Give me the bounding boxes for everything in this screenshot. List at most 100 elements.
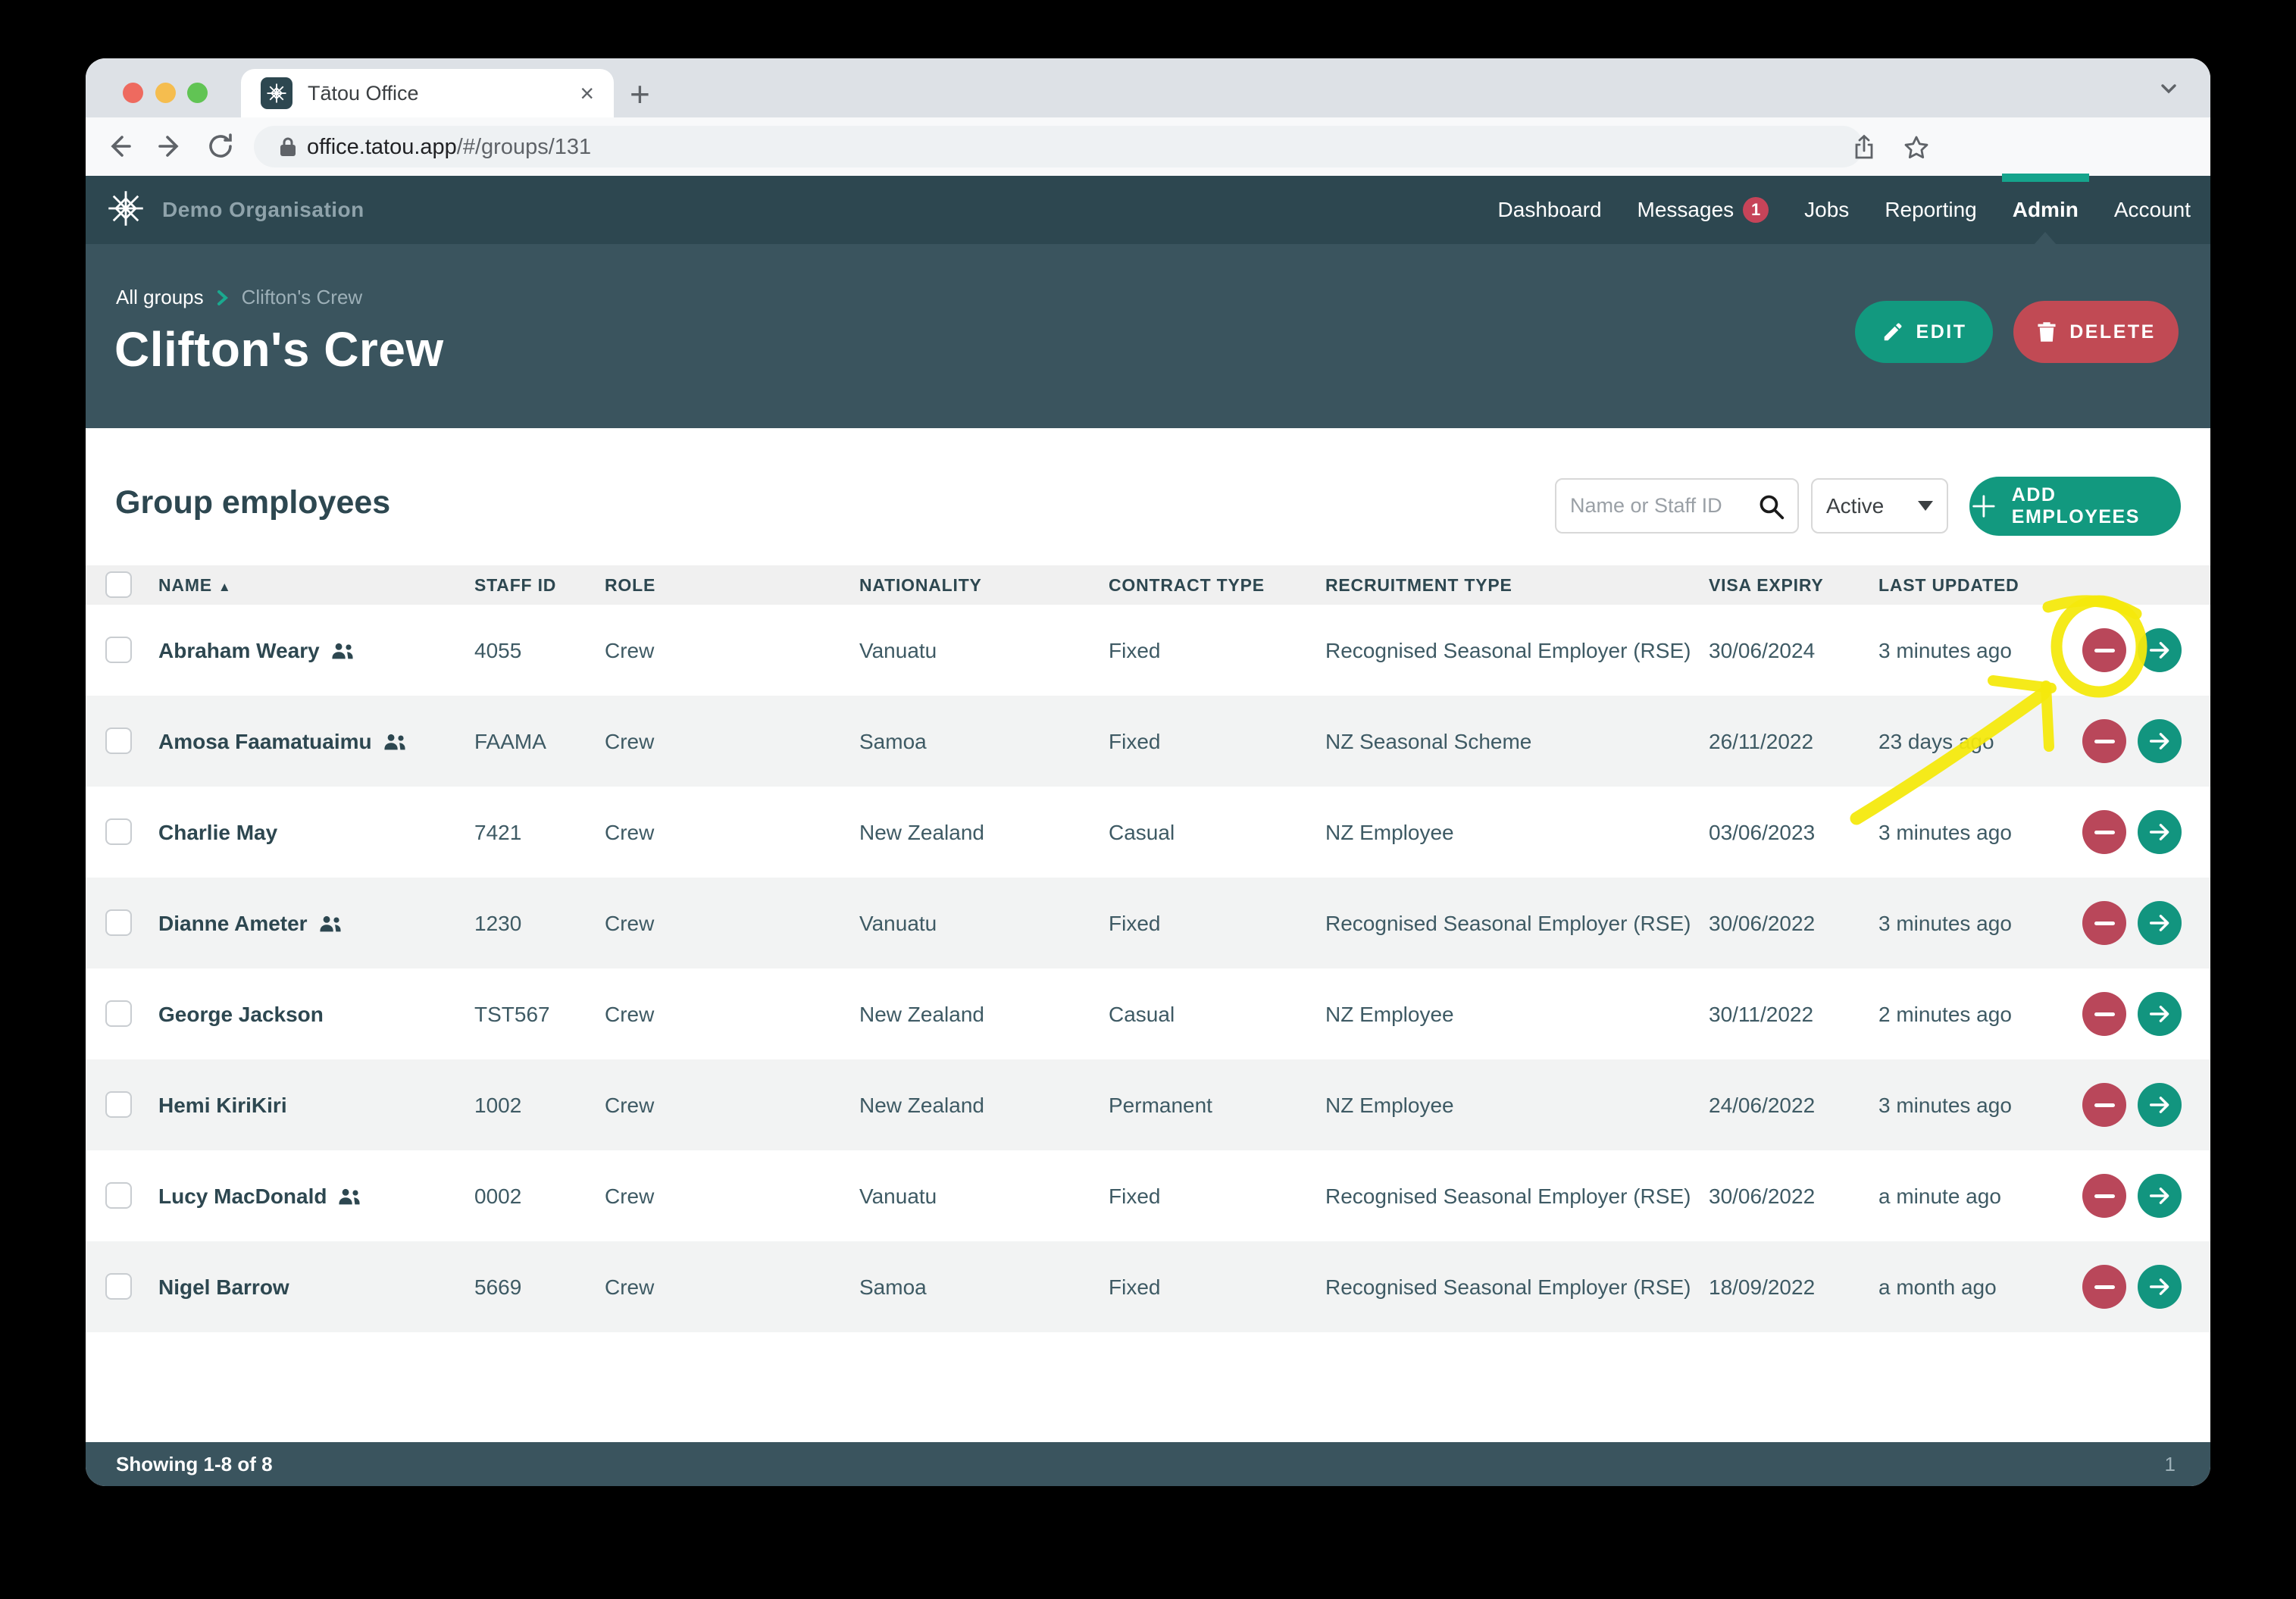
remove-employee-button[interactable] (2082, 628, 2126, 672)
employee-name-link[interactable]: Nigel Barrow (158, 1275, 289, 1300)
open-employee-button[interactable] (2138, 992, 2182, 1036)
remove-employee-button[interactable] (2082, 1174, 2126, 1218)
nav-item-reporting[interactable]: Reporting (1885, 198, 1976, 222)
row-checkbox[interactable] (105, 1273, 132, 1300)
recruitment-type-cell: NZ Employee (1325, 1094, 1454, 1118)
minus-icon (2094, 1194, 2115, 1198)
remove-employee-button[interactable] (2082, 1083, 2126, 1127)
row-checkbox[interactable] (105, 818, 132, 845)
group-members-icon (318, 915, 343, 934)
pencil-icon (1882, 321, 1904, 343)
search-icon[interactable] (1756, 492, 1787, 526)
chevron-down-icon (1918, 501, 1933, 511)
url-bar[interactable]: office.tatou.app/#/groups/131 (254, 126, 1863, 167)
back-icon[interactable] (104, 131, 134, 165)
employee-name-link[interactable]: Charlie May (158, 821, 277, 845)
open-employee-button[interactable] (2138, 719, 2182, 763)
last-updated-cell: 3 minutes ago (1878, 639, 2012, 663)
nav-item-jobs[interactable]: Jobs (1804, 198, 1849, 222)
staff-id-cell: FAAMA (474, 730, 546, 754)
zoom-window-button[interactable] (187, 83, 208, 103)
employee-name-link[interactable]: Abraham Weary (158, 639, 355, 663)
arrow-right-icon (2147, 910, 2172, 936)
browser-tab[interactable]: Tātou Office × (241, 69, 614, 117)
breadcrumb-all-groups[interactable]: All groups (116, 286, 204, 309)
role-cell: Crew (605, 912, 654, 936)
nav-item-admin[interactable]: Admin (2013, 198, 2079, 222)
remove-employee-button[interactable] (2082, 719, 2126, 763)
nav-item-messages[interactable]: Messages1 (1638, 197, 1769, 223)
table-header: NAME▲ STAFF ID ROLE NATIONALITY CONTRACT TYP… (86, 565, 2210, 605)
add-employees-label: ADD EMPLOYEES (2012, 484, 2181, 528)
employee-name-link[interactable]: Lucy MacDonald (158, 1184, 361, 1209)
row-checkbox[interactable] (105, 637, 132, 663)
contract-type-cell: Fixed (1109, 1184, 1160, 1209)
delete-group-button[interactable]: DELETE (2013, 301, 2179, 363)
breadcrumb: All groups Clifton's Crew (116, 286, 362, 309)
staff-id-cell: 1002 (474, 1094, 521, 1118)
row-checkbox[interactable] (105, 1000, 132, 1027)
search-input[interactable] (1569, 484, 1753, 527)
nav-item-account[interactable]: Account (2114, 198, 2191, 222)
open-employee-button[interactable] (2138, 1083, 2182, 1127)
column-header-nationality[interactable]: NATIONALITY (859, 575, 982, 596)
open-employee-button[interactable] (2138, 1174, 2182, 1218)
minus-icon (2094, 922, 2115, 925)
last-updated-cell: 3 minutes ago (1878, 912, 2012, 936)
row-checkbox[interactable] (105, 1182, 132, 1209)
employee-name-link[interactable]: George Jackson (158, 1003, 324, 1027)
close-window-button[interactable] (123, 83, 143, 103)
open-employee-button[interactable] (2138, 810, 2182, 854)
share-icon[interactable] (1851, 134, 1877, 165)
tab-strip: Tātou Office × + (86, 58, 2210, 117)
table-row: Charlie May7421CrewNew ZealandCasualNZ E… (86, 787, 2210, 878)
row-checkbox[interactable] (105, 728, 132, 754)
visa-expiry-cell: 24/06/2022 (1709, 1094, 1815, 1118)
forward-icon[interactable] (155, 131, 186, 165)
role-cell: Crew (605, 1003, 654, 1027)
column-header-recruitment-type[interactable]: RECRUITMENT TYPE (1325, 575, 1512, 596)
row-checkbox[interactable] (105, 1091, 132, 1118)
remove-employee-button[interactable] (2082, 992, 2126, 1036)
open-employee-button[interactable] (2138, 901, 2182, 945)
status-filter-value: Active (1826, 494, 1884, 518)
edit-group-button[interactable]: EDIT (1855, 301, 1993, 363)
employee-name-link[interactable]: Hemi KiriKiri (158, 1094, 287, 1118)
recruitment-type-cell: Recognised Seasonal Employer (RSE) (1325, 639, 1691, 663)
minimize-window-button[interactable] (155, 83, 176, 103)
table-footer: Showing 1-8 of 8 1 (86, 1442, 2210, 1486)
select-all-checkbox[interactable] (105, 571, 132, 598)
remove-employee-button[interactable] (2082, 901, 2126, 945)
column-header-role[interactable]: ROLE (605, 575, 655, 596)
nav-item-dashboard[interactable]: Dashboard (1498, 198, 1602, 222)
visa-expiry-cell: 30/06/2024 (1709, 639, 1815, 663)
bookmark-star-icon[interactable] (1903, 134, 1930, 165)
last-updated-cell: 23 days ago (1878, 730, 1994, 754)
table-row: Dianne Ameter1230CrewVanuatuFixedRecogni… (86, 878, 2210, 968)
column-header-staff-id[interactable]: STAFF ID (474, 575, 556, 596)
close-tab-icon[interactable]: × (580, 80, 594, 107)
add-employees-button[interactable]: ADD EMPLOYEES (1969, 477, 2181, 536)
table-row: George JacksonTST567CrewNew ZealandCasua… (86, 968, 2210, 1059)
tab-list-chevron-icon[interactable] (2156, 80, 2182, 102)
column-header-visa-expiry[interactable]: VISA EXPIRY (1709, 575, 1824, 596)
page-number[interactable]: 1 (2165, 1453, 2176, 1476)
employee-name-link[interactable]: Amosa Faamatuaimu (158, 730, 407, 754)
reload-icon[interactable] (205, 131, 236, 165)
browser-toolbar: office.tatou.app/#/groups/131 9+ Update (86, 117, 2210, 177)
tatou-logo-icon[interactable] (106, 189, 145, 232)
column-header-last-updated[interactable]: LAST UPDATED (1878, 575, 2019, 596)
employee-name-link[interactable]: Dianne Ameter (158, 912, 343, 936)
column-header-contract-type[interactable]: CONTRACT TYPE (1109, 575, 1265, 596)
arrow-right-icon (2147, 819, 2172, 845)
row-checkbox[interactable] (105, 909, 132, 936)
new-tab-button[interactable]: + (630, 74, 650, 114)
minus-icon (2094, 740, 2115, 743)
staff-id-cell: 1230 (474, 912, 521, 936)
status-filter-select[interactable]: Active (1811, 478, 1948, 534)
remove-employee-button[interactable] (2082, 1265, 2126, 1309)
column-header-name[interactable]: NAME▲ (158, 575, 232, 596)
open-employee-button[interactable] (2138, 628, 2182, 672)
remove-employee-button[interactable] (2082, 810, 2126, 854)
open-employee-button[interactable] (2138, 1265, 2182, 1309)
